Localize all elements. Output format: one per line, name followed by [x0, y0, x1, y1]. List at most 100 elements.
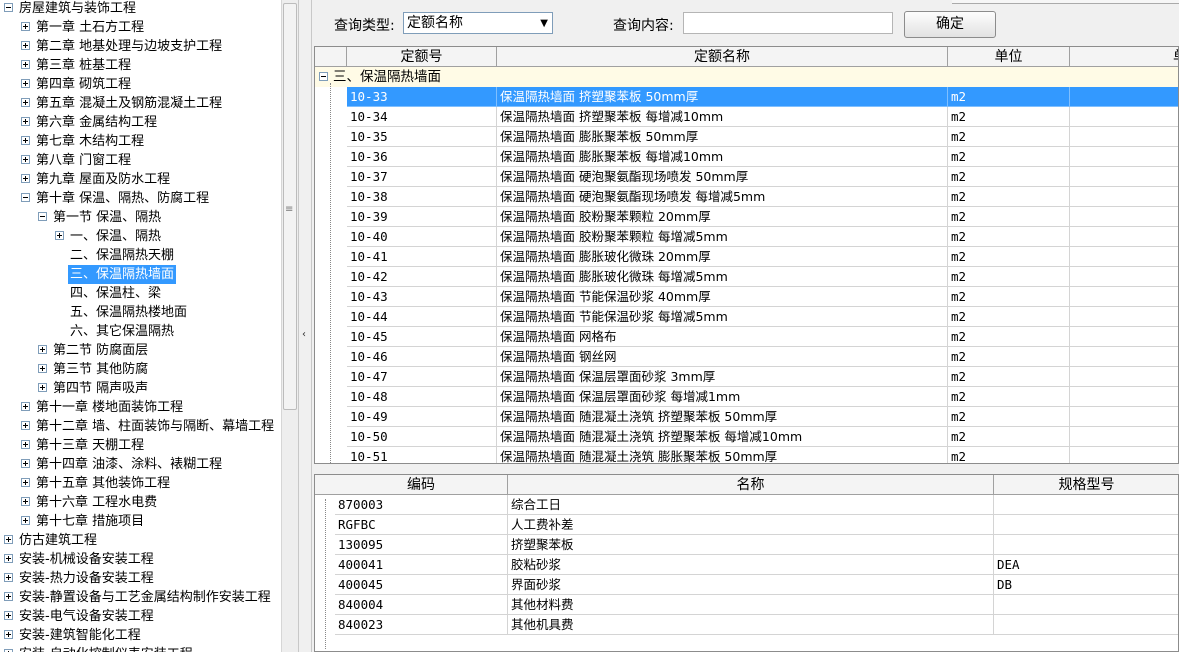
table-row[interactable]: 10-36 保温隔热墙面 膨胀聚苯板 每增减10mm m2 [315, 147, 1178, 167]
tree-scrollbar-thumb[interactable] [283, 3, 297, 410]
expand-plus-icon[interactable] [21, 98, 30, 107]
table-row[interactable]: 10-43 保温隔热墙面 节能保温砂浆 40mm厚 m2 [315, 287, 1178, 307]
confirm-button[interactable]: 确定 [904, 11, 996, 38]
column-header-name[interactable]: 定额名称 [497, 47, 948, 67]
table-row[interactable]: 870003 综合工日 [315, 495, 1178, 515]
collapse-minus-icon[interactable] [4, 3, 13, 12]
column-header-res-spec[interactable]: 规格型号 [994, 475, 1178, 495]
tree-node[interactable]: 第二节 防腐面层 [0, 341, 281, 360]
tree-vertical-scrollbar[interactable] [281, 0, 298, 652]
tree-node[interactable]: 第十一章 楼地面装饰工程 [0, 398, 281, 417]
tree-node[interactable]: 第五章 混凝土及钢筋混凝土工程 [0, 94, 281, 113]
tree-node[interactable]: 第八章 门窗工程 [0, 151, 281, 170]
expand-plus-icon[interactable] [55, 231, 64, 240]
expand-plus-icon[interactable] [21, 60, 30, 69]
expand-plus-icon[interactable] [21, 136, 30, 145]
tree-node[interactable]: 第七章 木结构工程 [0, 132, 281, 151]
tree-node[interactable]: 三、保温隔热墙面 [0, 265, 281, 284]
column-header-price[interactable]: 单 [1070, 47, 1178, 67]
tree-node[interactable]: 第四节 隔声吸声 [0, 379, 281, 398]
tree-node[interactable]: 二、保温隔热天棚 [0, 246, 281, 265]
table-row[interactable]: 10-40 保温隔热墙面 胶粉聚苯颗粒 每增减5mm m2 [315, 227, 1178, 247]
collapse-minus-icon[interactable] [38, 212, 47, 221]
resource-table[interactable]: 编码 名称 规格型号 870003 综合工日 RGFBC 人工费补差 130095 挤塑聚… [314, 474, 1179, 652]
horizontal-splitter[interactable] [312, 464, 1179, 474]
table-row[interactable]: 840023 其他机具费 [315, 615, 1178, 635]
tree-node[interactable]: 五、保温隔热楼地面 [0, 303, 281, 322]
table-row[interactable]: 10-50 保温隔热墙面 随混凝土浇筑 挤塑聚苯板 每增减10mm m2 [315, 427, 1178, 447]
expand-plus-icon[interactable] [4, 535, 13, 544]
column-header-code[interactable]: 定额号 [347, 47, 497, 67]
query-content-input[interactable] [683, 12, 893, 34]
table-row[interactable]: 10-34 保温隔热墙面 挤塑聚苯板 每增减10mm m2 [315, 107, 1178, 127]
table-row[interactable]: 10-37 保温隔热墙面 硬泡聚氨酯现场喷发 50mm厚 m2 [315, 167, 1178, 187]
panel-splitter[interactable]: ‹ [298, 0, 312, 652]
tree-node[interactable]: 第三节 其他防腐 [0, 360, 281, 379]
tree-node[interactable]: 第一章 土石方工程 [0, 18, 281, 37]
expand-plus-icon[interactable] [21, 117, 30, 126]
expand-plus-icon[interactable] [21, 79, 30, 88]
tree-node[interactable]: 第四章 砌筑工程 [0, 75, 281, 94]
tree-node[interactable]: 第十二章 墙、柱面装饰与隔断、幕墙工程 [0, 417, 281, 436]
quota-table[interactable]: 定额号 定额名称 单位 单 三、保温隔热墙面 10-33保温隔热墙面 挤塑聚苯板… [314, 46, 1179, 464]
tree-node[interactable]: 第二章 地基处理与边坡支护工程 [0, 37, 281, 56]
tree-node[interactable]: 安装-电气设备安装工程 [0, 607, 281, 626]
tree-node[interactable]: 安装-自动化控制仪表安装工程 [0, 645, 281, 652]
table-row[interactable]: 10-49 保温隔热墙面 随混凝土浇筑 挤塑聚苯板 50mm厚 m2 [315, 407, 1178, 427]
table-row[interactable]: 10-47 保温隔热墙面 保温层罩面砂浆 3mm厚 m2 [315, 367, 1178, 387]
tree-node[interactable]: 第十五章 其他装饰工程 [0, 474, 281, 493]
table-row[interactable]: 10-48 保温隔热墙面 保温层罩面砂浆 每增减1mm m2 [315, 387, 1178, 407]
expand-plus-icon[interactable] [21, 22, 30, 31]
table-row[interactable]: 130095 挤塑聚苯板 [315, 535, 1178, 555]
tree-node[interactable]: 一、保温、隔热 [0, 227, 281, 246]
tree-node[interactable]: 六、其它保温隔热 [0, 322, 281, 341]
expand-plus-icon[interactable] [21, 402, 30, 411]
expand-plus-icon[interactable] [38, 383, 47, 392]
table-row[interactable]: 10-42 保温隔热墙面 膨胀玻化微珠 每增减5mm m2 [315, 267, 1178, 287]
collapse-left-arrow-icon[interactable]: ‹ [302, 329, 306, 341]
table-row[interactable]: 400045 界面砂浆 DB [315, 575, 1178, 595]
tree-node[interactable]: 四、保温柱、梁 [0, 284, 281, 303]
table-row[interactable]: 10-39 保温隔热墙面 胶粉聚苯颗粒 20mm厚 m2 [315, 207, 1178, 227]
table-row[interactable]: 10-35 保温隔热墙面 膨胀聚苯板 50mm厚 m2 [315, 127, 1178, 147]
expand-plus-icon[interactable] [38, 364, 47, 373]
expand-plus-icon[interactable] [38, 345, 47, 354]
category-tree[interactable]: 房屋建筑与装饰工程 第一章 土石方工程 第二章 地基处理与边坡支护工程 第三章 桩基工… [0, 0, 281, 652]
tree-node[interactable]: 第十六章 工程水电费 [0, 493, 281, 512]
column-header-unit[interactable]: 单位 [948, 47, 1070, 67]
expand-plus-icon[interactable] [21, 440, 30, 449]
tree-node[interactable]: 第一节 保温、隔热 [0, 208, 281, 227]
tree-node[interactable]: 第三章 桩基工程 [0, 56, 281, 75]
tree-node[interactable]: 第九章 屋面及防水工程 [0, 170, 281, 189]
tree-node[interactable]: 安装-静置设备与工艺金属结构制作安装工程 [0, 588, 281, 607]
tree-node[interactable]: 第十章 保温、隔热、防腐工程 [0, 189, 281, 208]
column-header-res-code[interactable]: 编码 [335, 475, 508, 495]
table-row[interactable]: 10-38 保温隔热墙面 硬泡聚氨酯现场喷发 每增减5mm m2 [315, 187, 1178, 207]
group-row[interactable]: 三、保温隔热墙面 [315, 67, 1178, 87]
expand-plus-icon[interactable] [21, 174, 30, 183]
table-row[interactable]: 10-41 保温隔热墙面 膨胀玻化微珠 20mm厚 m2 [315, 247, 1178, 267]
expand-plus-icon[interactable] [4, 592, 13, 601]
tree-node[interactable]: 第十四章 油漆、涂料、裱糊工程 [0, 455, 281, 474]
tree-node[interactable]: 仿古建筑工程 [0, 531, 281, 550]
column-header-res-name[interactable]: 名称 [508, 475, 994, 495]
expand-plus-icon[interactable] [4, 630, 13, 639]
tree-node[interactable]: 第十七章 措施项目 [0, 512, 281, 531]
tree-node[interactable]: 房屋建筑与装饰工程 [0, 0, 281, 18]
query-type-select[interactable]: 定额名称 ▼ [403, 12, 553, 34]
collapse-minus-icon[interactable] [21, 193, 30, 202]
expand-plus-icon[interactable] [21, 497, 30, 506]
expand-plus-icon[interactable] [21, 421, 30, 430]
expand-plus-icon[interactable] [21, 459, 30, 468]
table-row[interactable]: RGFBC 人工费补差 [315, 515, 1178, 535]
expand-plus-icon[interactable] [21, 41, 30, 50]
expand-plus-icon[interactable] [21, 478, 30, 487]
tree-node[interactable]: 第六章 金属结构工程 [0, 113, 281, 132]
table-row[interactable]: 400041 胶粘砂浆 DEA [315, 555, 1178, 575]
table-row[interactable]: 10-46 保温隔热墙面 钢丝网 m2 [315, 347, 1178, 367]
tree-node[interactable]: 安装-机械设备安装工程 [0, 550, 281, 569]
dropdown-arrow-icon[interactable]: ▼ [540, 15, 548, 33]
table-row[interactable]: 840004 其他材料费 [315, 595, 1178, 615]
tree-node[interactable]: 安装-热力设备安装工程 [0, 569, 281, 588]
table-row[interactable]: 10-45 保温隔热墙面 网格布 m2 [315, 327, 1178, 347]
